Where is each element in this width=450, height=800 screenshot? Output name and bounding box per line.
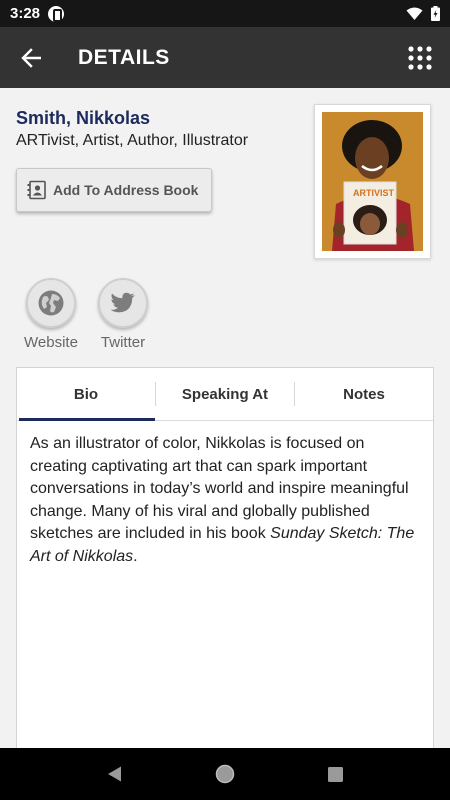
wifi-icon <box>406 7 423 21</box>
status-icons <box>406 6 440 21</box>
system-nav-bar <box>0 748 450 800</box>
person-title: ARTivist, Artist, Author, Illustrator <box>16 132 249 149</box>
tab-panel: Bio Speaking At Notes As an illustrator … <box>16 367 434 748</box>
tab-notes-label: Notes <box>343 385 385 403</box>
book-cover-title: ARTIVIST <box>353 188 395 198</box>
status-time: 3:28 <box>10 5 41 22</box>
twitter-bird-icon <box>110 292 135 313</box>
add-to-address-book-label: Add To Address Book <box>53 182 199 198</box>
page-title: DETAILS <box>78 45 170 69</box>
battery-icon <box>431 6 440 21</box>
tab-notes[interactable]: Notes <box>295 368 433 420</box>
nav-back-icon[interactable] <box>106 765 124 783</box>
status-bar: 3:28 <box>0 0 450 27</box>
tab-bio-label: Bio <box>73 385 99 403</box>
app-notification-icon <box>48 5 65 22</box>
twitter-link[interactable]: Twitter <box>93 278 153 351</box>
twitter-button[interactable] <box>98 278 148 328</box>
arrow-left-icon <box>21 47 41 68</box>
nav-recents-icon[interactable] <box>327 766 344 783</box>
tab-speaking-at[interactable]: Speaking At <box>156 368 294 420</box>
profile-photo-frame: ARTIVIST <box>314 104 431 259</box>
contact-card-icon <box>27 180 46 200</box>
back-button[interactable] <box>0 27 62 88</box>
grid-menu-icon <box>408 45 432 70</box>
globe-icon <box>38 290 64 316</box>
website-button[interactable] <box>26 278 76 328</box>
profile-photo: ARTIVIST <box>322 112 423 251</box>
bio-end: . <box>133 547 138 565</box>
website-link[interactable]: Website <box>21 278 81 351</box>
person-name: Smith, Nikkolas <box>16 108 151 128</box>
details-content: Smith, Nikkolas ARTivist, Artist, Author… <box>0 88 450 748</box>
tab-bar: Bio Speaking At Notes <box>17 368 433 421</box>
bio-text: As an illustrator of color, Nikkolas is … <box>17 421 433 568</box>
add-to-address-book-button[interactable]: Add To Address Book <box>16 168 212 212</box>
app-bar: DETAILS <box>0 27 450 88</box>
tab-speaking-at-label: Speaking At <box>181 385 269 403</box>
grid-menu-button[interactable] <box>390 27 450 88</box>
website-label: Website <box>24 334 78 351</box>
twitter-label: Twitter <box>100 334 146 351</box>
nav-home-icon[interactable] <box>215 764 235 784</box>
tab-bio[interactable]: Bio <box>17 368 155 421</box>
